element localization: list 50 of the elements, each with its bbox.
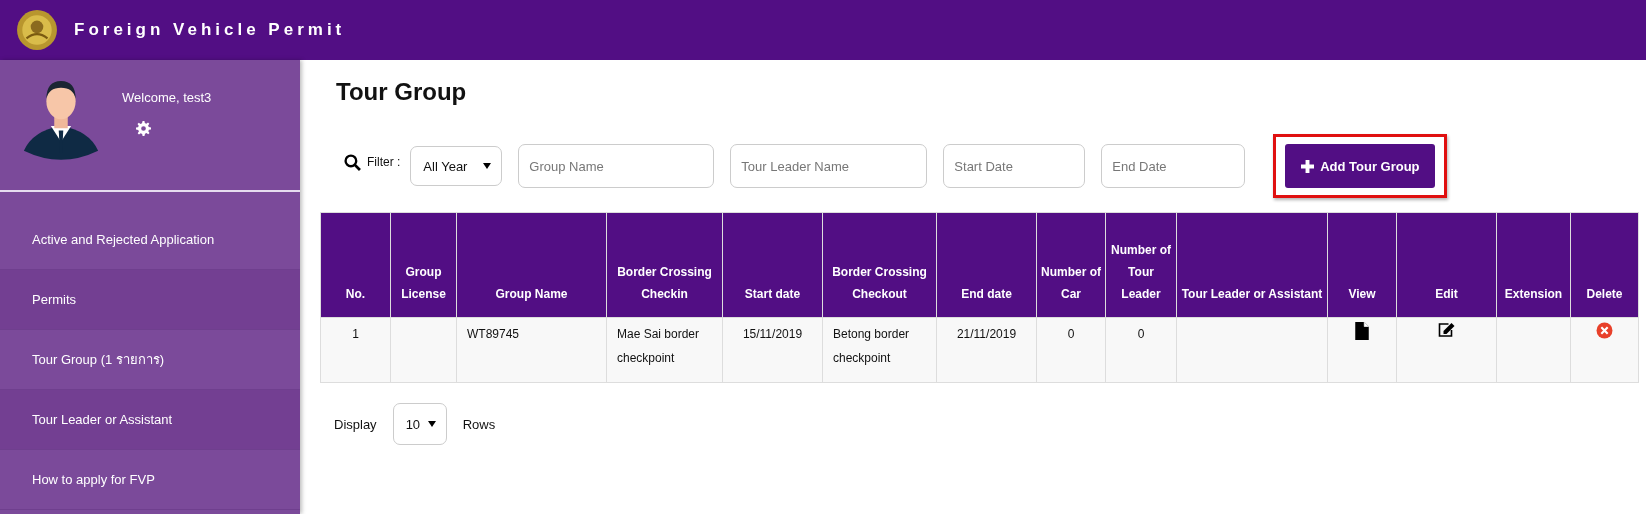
add-tour-group-button[interactable]: Add Tour Group (1285, 144, 1436, 188)
table-cell: Mae Sai border checkpoint (606, 317, 723, 383)
column-header: No. (320, 212, 391, 318)
column-header: Group Name (456, 212, 607, 318)
sidebar-item[interactable]: How to apply for FVP (0, 450, 300, 510)
column-header: Start date (722, 212, 823, 318)
column-header: End date (936, 212, 1037, 318)
sidebar-item[interactable]: Tour Group (1 รายการ) (0, 330, 300, 390)
caret-icon (427, 421, 436, 427)
emblem-icon (16, 9, 58, 51)
table-cell: Betong border checkpoint (822, 317, 937, 383)
table-cell: 1 (320, 317, 391, 383)
filter-field[interactable]: End Date (1101, 144, 1246, 188)
sidebar-item[interactable]: Tour Leader or Assistant (0, 390, 300, 450)
table-cell: 21/11/2019 (936, 317, 1037, 383)
filter-field[interactable]: Start Date (943, 144, 1086, 188)
column-header: View (1327, 212, 1397, 318)
filter-label: Filter : (367, 155, 401, 169)
column-header: Number of Car (1036, 212, 1106, 318)
document-icon[interactable] (1355, 322, 1369, 340)
rows-label: Rows (462, 416, 496, 432)
column-header: Delete (1570, 212, 1639, 318)
column-header: Border Crossing Checkout (822, 212, 937, 318)
caret-icon (483, 163, 492, 169)
delete-icon[interactable] (1596, 322, 1613, 339)
column-header: Edit (1396, 212, 1497, 318)
table-cell (390, 317, 457, 383)
column-header: Group License (390, 212, 457, 318)
year-select[interactable]: All Year (410, 146, 503, 186)
table-cell: 15/11/2019 (722, 317, 823, 383)
display-label: Display (334, 416, 377, 432)
page-title: Tour Group (336, 78, 468, 107)
filter-field[interactable]: Tour Leader Name (730, 144, 928, 188)
app-title: Foreign Vehicle Permit (74, 20, 346, 40)
table-cell: 0 (1036, 317, 1106, 383)
table-cell: 0 (1105, 317, 1177, 383)
column-header: Border Crossing Checkin (606, 212, 723, 318)
column-header: Number of Tour Leader (1105, 212, 1177, 318)
column-header: Extension (1496, 212, 1571, 318)
settings-icon[interactable] (136, 121, 151, 136)
column-header: Tour Leader or Assistant (1176, 212, 1328, 318)
sidebar-item[interactable]: Active and Rejected Application (0, 210, 300, 270)
table-cell: WT89745 (456, 317, 607, 383)
rows-select[interactable]: 10 (392, 403, 447, 445)
filter-field[interactable]: Group Name (518, 144, 715, 188)
search-icon (344, 153, 361, 171)
welcome-text: Welcome, test3 (121, 90, 212, 105)
sidebar-item[interactable]: Permits (0, 270, 300, 330)
plus-icon (1301, 159, 1315, 173)
edit-icon[interactable] (1437, 322, 1456, 338)
